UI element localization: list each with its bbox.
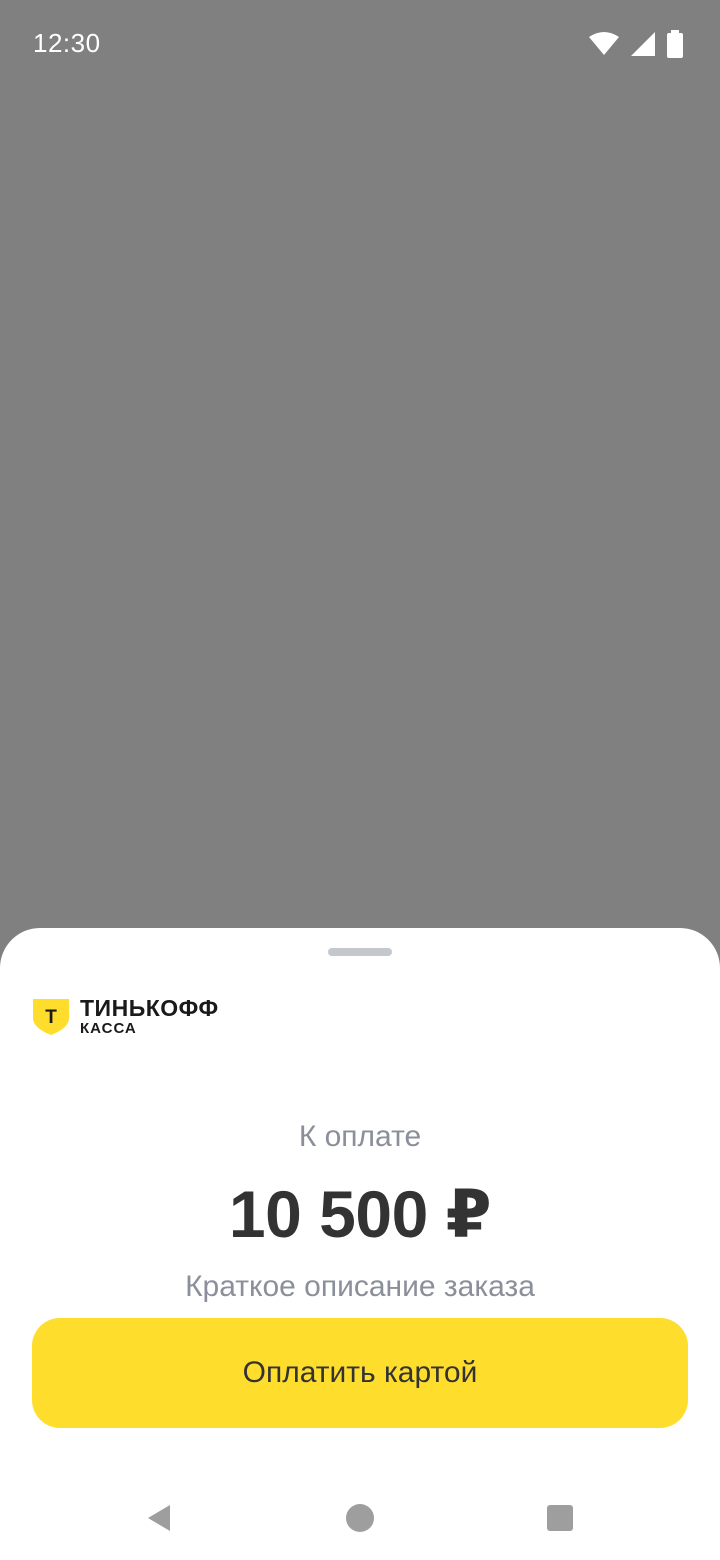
pay-by-card-button[interactable]: Оплатить картой <box>32 1318 688 1428</box>
tinkoff-shield-icon: Т <box>33 999 69 1035</box>
back-icon[interactable] <box>144 1502 176 1534</box>
status-time: 12:30 <box>33 28 101 58</box>
amount-caption: К оплате <box>298 1120 422 1153</box>
battery-icon <box>667 30 683 58</box>
status-icons <box>588 30 684 58</box>
payment-bottom-sheet: Т ТИНЬКОФФ КАССА К оплате 10 500 ₽ Кратк… <box>0 928 720 1560</box>
wifi-icon <box>589 32 619 55</box>
sheet-drag-handle[interactable] <box>328 948 392 956</box>
logo-emblem-letter: Т <box>45 1007 57 1028</box>
tinkoff-kassa-logo: Т ТИНЬКОФФ КАССА <box>32 996 219 1038</box>
logo-name: ТИНЬКОФФ <box>80 995 219 1021</box>
navigation-bar <box>0 1476 720 1560</box>
status-bar: 12:30 <box>0 0 720 88</box>
payment-amount: 10 500 ₽ <box>228 1177 492 1251</box>
logo-subtitle: КАССА <box>80 1020 137 1037</box>
order-description: Краткое описание заказа <box>185 1270 535 1303</box>
cellular-signal-icon <box>631 32 655 56</box>
recents-icon[interactable] <box>544 1502 576 1534</box>
home-icon[interactable] <box>344 1502 376 1534</box>
logo-wordmark: ТИНЬКОФФ КАССА <box>80 996 219 1038</box>
